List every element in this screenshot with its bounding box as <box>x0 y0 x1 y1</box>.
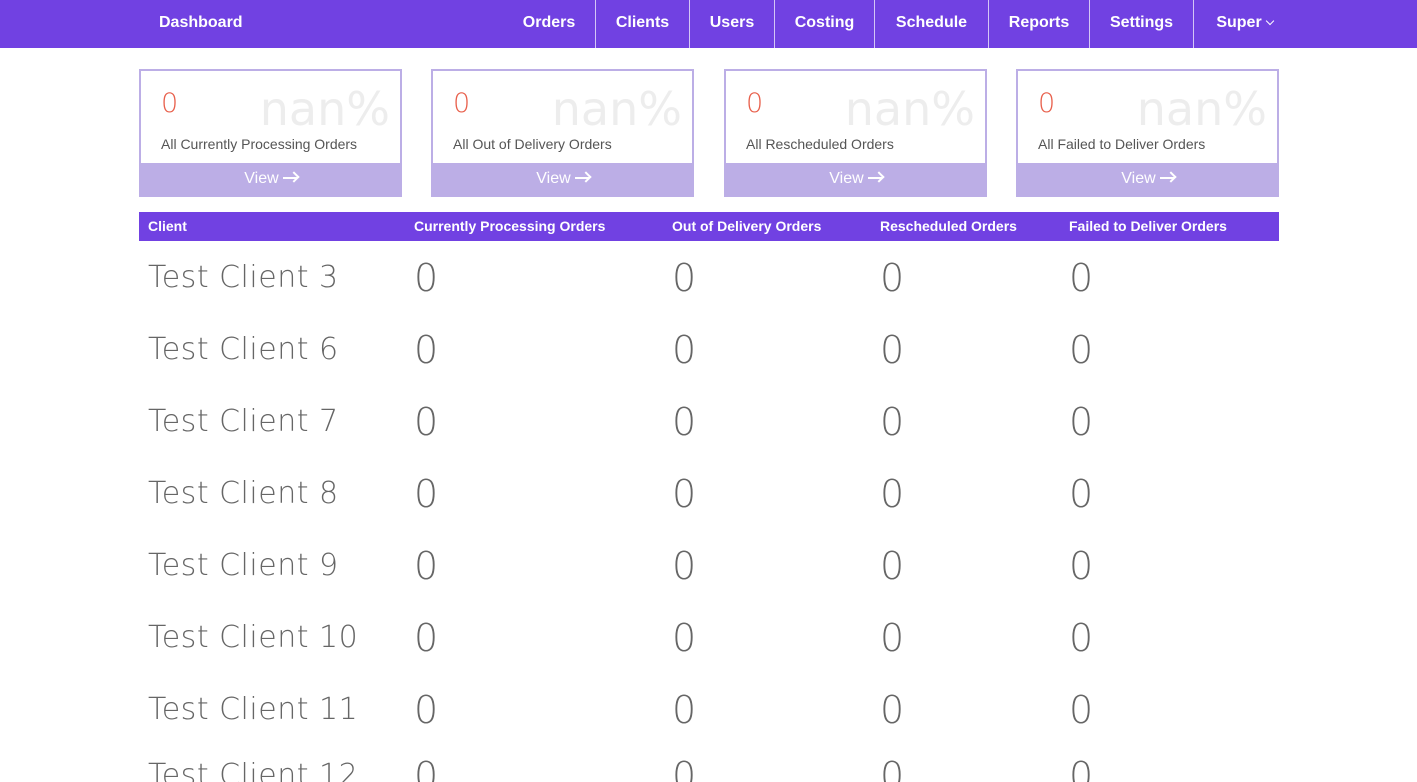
nav-orders[interactable]: Orders <box>503 0 595 48</box>
card-view-label: View <box>536 170 571 187</box>
nav-costing[interactable]: Costing <box>774 0 874 48</box>
client-name: Test Client 7 <box>148 404 339 439</box>
card-label: All Rescheduled Orders <box>746 136 894 152</box>
out-of-delivery-count: 0 <box>672 616 697 660</box>
failed-count: 0 <box>1069 616 1094 660</box>
card-view-button[interactable]: View <box>1016 163 1279 197</box>
card-percent: nan% <box>844 82 975 136</box>
card-count: 0 <box>746 88 764 119</box>
failed-count: 0 <box>1069 256 1094 300</box>
out-of-delivery-count: 0 <box>672 256 697 300</box>
card-label: All Failed to Deliver Orders <box>1038 136 1206 152</box>
out-of-delivery-count: 0 <box>672 754 697 782</box>
processing-count: 0 <box>414 328 439 372</box>
card-label: All Out of Delivery Orders <box>453 136 612 152</box>
rescheduled-count: 0 <box>880 256 905 300</box>
card-view-label: View <box>1121 170 1156 187</box>
card-view-button[interactable]: View <box>724 163 987 197</box>
client-name: Test Client 3 <box>148 260 339 295</box>
rescheduled-count: 0 <box>880 544 905 588</box>
table-header: Client Currently Processing Orders Out o… <box>139 212 1279 241</box>
column-header-processing: Currently Processing Orders <box>414 218 606 234</box>
card-label: All Currently Processing Orders <box>161 136 358 152</box>
out-of-delivery-count: 0 <box>672 688 697 732</box>
nav-reports[interactable]: Reports <box>988 0 1089 48</box>
stat-card-rescheduled: 0 nan% All Rescheduled Orders View <box>724 69 987 197</box>
nav-clients[interactable]: Clients <box>595 0 689 48</box>
failed-count: 0 <box>1069 328 1094 372</box>
processing-count: 0 <box>414 544 439 588</box>
rescheduled-count: 0 <box>880 754 905 782</box>
top-navbar: Dashboard Orders Clients Users Costing S… <box>0 0 1417 48</box>
nav-super-label: Super <box>1216 14 1262 31</box>
table-row: Test Client 6 0 0 0 0 <box>139 314 1279 386</box>
table-row: Test Client 9 0 0 0 0 <box>139 530 1279 602</box>
column-header-failed: Failed to Deliver Orders <box>1069 218 1227 234</box>
column-header-rescheduled: Rescheduled Orders <box>880 218 1017 234</box>
processing-count: 0 <box>414 616 439 660</box>
chevron-down-icon <box>1265 16 1274 26</box>
table-row: Test Client 3 0 0 0 0 <box>139 242 1279 314</box>
nav-schedule[interactable]: Schedule <box>874 0 988 48</box>
card-percent: nan% <box>259 82 390 136</box>
rescheduled-count: 0 <box>880 328 905 372</box>
arrow-right-icon <box>282 177 297 179</box>
card-view-label: View <box>829 170 864 187</box>
stat-card-out-of-delivery: 0 nan% All Out of Delivery Orders View <box>431 69 694 197</box>
table-row: Test Client 11 0 0 0 0 <box>139 674 1279 746</box>
client-name: Test Client 10 <box>148 620 359 655</box>
out-of-delivery-count: 0 <box>672 544 697 588</box>
failed-count: 0 <box>1069 400 1094 444</box>
processing-count: 0 <box>414 688 439 732</box>
rescheduled-count: 0 <box>880 400 905 444</box>
card-view-button[interactable]: View <box>139 163 402 197</box>
client-name: Test Client 8 <box>148 476 339 511</box>
table-row: Test Client 10 0 0 0 0 <box>139 602 1279 674</box>
card-count: 0 <box>161 88 179 119</box>
client-name: Test Client 9 <box>148 548 339 583</box>
stat-card-failed: 0 nan% All Failed to Deliver Orders View <box>1016 69 1279 197</box>
out-of-delivery-count: 0 <box>672 472 697 516</box>
card-percent: nan% <box>551 82 682 136</box>
card-percent: nan% <box>1136 82 1267 136</box>
client-name: Test Client 6 <box>148 332 339 367</box>
failed-count: 0 <box>1069 688 1094 732</box>
card-view-label: View <box>244 170 279 187</box>
nav-super-dropdown[interactable]: Super <box>1193 0 1295 48</box>
table-row: Test Client 8 0 0 0 0 <box>139 458 1279 530</box>
table-row: Test Client 7 0 0 0 0 <box>139 386 1279 458</box>
out-of-delivery-count: 0 <box>672 400 697 444</box>
column-header-client: Client <box>148 218 187 234</box>
out-of-delivery-count: 0 <box>672 328 697 372</box>
failed-count: 0 <box>1069 754 1094 782</box>
card-count: 0 <box>453 88 471 119</box>
card-count: 0 <box>1038 88 1056 119</box>
rescheduled-count: 0 <box>880 616 905 660</box>
dashboard-brand-link[interactable]: Dashboard <box>159 0 243 48</box>
arrow-right-icon <box>1159 177 1174 179</box>
column-header-out-of-delivery: Out of Delivery Orders <box>672 218 822 234</box>
client-name: Test Client 11 <box>148 692 359 727</box>
rescheduled-count: 0 <box>880 472 905 516</box>
failed-count: 0 <box>1069 544 1094 588</box>
failed-count: 0 <box>1069 472 1094 516</box>
processing-count: 0 <box>414 472 439 516</box>
nav-users[interactable]: Users <box>689 0 774 48</box>
nav-settings[interactable]: Settings <box>1089 0 1193 48</box>
table-row: Test Client 12 0 0 0 0 <box>139 740 1279 782</box>
stat-card-processing: 0 nan% All Currently Processing Orders V… <box>139 69 402 197</box>
processing-count: 0 <box>414 256 439 300</box>
processing-count: 0 <box>414 400 439 444</box>
rescheduled-count: 0 <box>880 688 905 732</box>
arrow-right-icon <box>867 177 882 179</box>
client-name: Test Client 12 <box>148 758 359 782</box>
card-view-button[interactable]: View <box>431 163 694 197</box>
arrow-right-icon <box>574 177 589 179</box>
processing-count: 0 <box>414 754 439 782</box>
